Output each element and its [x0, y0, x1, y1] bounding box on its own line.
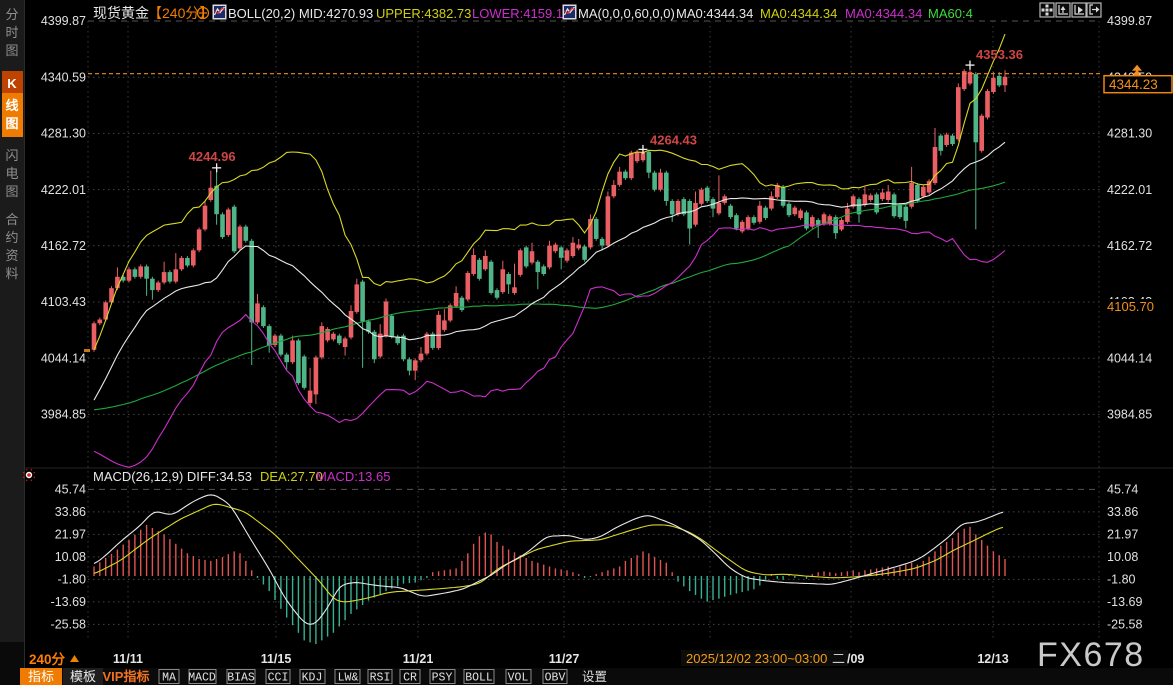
svg-text:VOL: VOL	[508, 672, 529, 685]
svg-text:MA0:4344.34: MA0:4344.34	[760, 6, 837, 21]
svg-text:21.97: 21.97	[1107, 528, 1138, 542]
svg-text:11/27: 11/27	[549, 652, 580, 666]
svg-text:MACD:13.65: MACD:13.65	[316, 469, 390, 484]
svg-text:3984.85: 3984.85	[1107, 408, 1152, 422]
svg-text:现货黄金: 现货黄金	[93, 5, 149, 21]
svg-text:闪: 闪	[5, 148, 18, 163]
svg-text:设置: 设置	[582, 669, 607, 684]
svg-text:图: 图	[5, 43, 18, 58]
svg-text:分: 分	[5, 7, 18, 22]
svg-text:4344.23: 4344.23	[1109, 77, 1158, 92]
svg-text:CR: CR	[403, 672, 417, 685]
svg-text:45.74: 45.74	[55, 483, 86, 497]
svg-text:4044.14: 4044.14	[1107, 351, 1152, 365]
svg-text:资: 资	[5, 248, 18, 263]
svg-text:4105.70: 4105.70	[1107, 299, 1154, 314]
svg-text:-1.80: -1.80	[58, 573, 87, 587]
svg-text:4399.87: 4399.87	[1107, 14, 1152, 28]
svg-text:4162.72: 4162.72	[1107, 239, 1152, 253]
svg-text:BOLL: BOLL	[465, 672, 493, 685]
svg-text:45.74: 45.74	[1107, 483, 1138, 497]
svg-text:时: 时	[5, 25, 18, 40]
svg-text:4264.43: 4264.43	[650, 132, 697, 147]
svg-text:MA: MA	[162, 672, 176, 685]
svg-text:PSY: PSY	[432, 672, 453, 685]
svg-text:11/21: 11/21	[403, 652, 434, 666]
svg-text:21.97: 21.97	[55, 528, 86, 542]
svg-text:K: K	[7, 76, 17, 91]
svg-text:-1.80: -1.80	[1107, 573, 1136, 587]
svg-text:/09: /09	[847, 652, 864, 666]
svg-text:LOWER:4159.14: LOWER:4159.14	[472, 6, 570, 21]
svg-text:MACD: MACD	[188, 672, 216, 685]
svg-text:240分: 240分	[29, 652, 66, 667]
svg-text:4162.72: 4162.72	[41, 239, 86, 253]
svg-text:KDJ: KDJ	[302, 672, 323, 685]
svg-text:线: 线	[5, 98, 18, 113]
svg-text:UPPER:4382.73: UPPER:4382.73	[376, 6, 471, 21]
svg-text:LW&: LW&	[338, 672, 359, 685]
svg-text:OBV: OBV	[545, 672, 566, 685]
svg-text:MA60:4: MA60:4	[928, 6, 973, 21]
svg-text:图: 图	[5, 116, 18, 131]
svg-text:2025/12/02 23:00~03:00: 2025/12/02 23:00~03:00	[686, 651, 827, 666]
svg-text:4399.87: 4399.87	[41, 14, 86, 28]
svg-text:MA(0,0,0,60,0,0): MA(0,0,0,60,0,0)	[578, 6, 675, 21]
svg-text:指标: 指标	[28, 669, 54, 684]
svg-text:4044.14: 4044.14	[41, 351, 86, 365]
svg-text:4281.30: 4281.30	[41, 127, 86, 141]
svg-text:MACD(26,12,9) DIFF:34.53: MACD(26,12,9) DIFF:34.53	[93, 469, 252, 484]
svg-text:DEA:27.70: DEA:27.70	[260, 469, 323, 484]
svg-text:-13.69: -13.69	[51, 595, 86, 609]
svg-text:4222.01: 4222.01	[41, 183, 86, 197]
svg-text:-13.69: -13.69	[1107, 595, 1142, 609]
svg-text:4244.96: 4244.96	[189, 149, 236, 164]
svg-text:12/13: 12/13	[977, 652, 1008, 666]
svg-text:33.86: 33.86	[55, 505, 86, 519]
svg-text:4281.30: 4281.30	[1107, 127, 1152, 141]
svg-text:3984.85: 3984.85	[41, 408, 86, 422]
svg-text:4340.59: 4340.59	[41, 70, 86, 84]
svg-text:料: 料	[5, 266, 18, 281]
svg-text:VIP指标: VIP指标	[103, 669, 150, 684]
svg-text:10.08: 10.08	[1107, 550, 1138, 564]
svg-text:CCI: CCI	[268, 672, 289, 685]
svg-text:MA0:4344.34: MA0:4344.34	[676, 6, 753, 21]
svg-text:模板: 模板	[70, 669, 96, 684]
svg-text:MA0:4344.34: MA0:4344.34	[845, 6, 922, 21]
svg-text:约: 约	[5, 230, 18, 245]
svg-text:RSI: RSI	[370, 672, 391, 685]
svg-text:10.08: 10.08	[55, 550, 86, 564]
svg-text:11/15: 11/15	[261, 652, 292, 666]
svg-text:合: 合	[5, 212, 18, 227]
svg-text:图: 图	[5, 184, 18, 199]
svg-text:4103.43: 4103.43	[41, 295, 86, 309]
svg-text:4222.01: 4222.01	[1107, 183, 1152, 197]
svg-text:二: 二	[832, 651, 845, 666]
svg-text:11/11: 11/11	[113, 652, 143, 666]
svg-text:-25.58: -25.58	[1107, 618, 1142, 632]
svg-text:电: 电	[5, 166, 18, 181]
svg-text:4353.36: 4353.36	[976, 47, 1023, 62]
svg-text:BOLL(20,2) MID:4270.93: BOLL(20,2) MID:4270.93	[228, 6, 373, 21]
svg-text:-25.58: -25.58	[51, 618, 86, 632]
svg-text:BIAS: BIAS	[227, 672, 255, 685]
svg-text:33.86: 33.86	[1107, 505, 1138, 519]
